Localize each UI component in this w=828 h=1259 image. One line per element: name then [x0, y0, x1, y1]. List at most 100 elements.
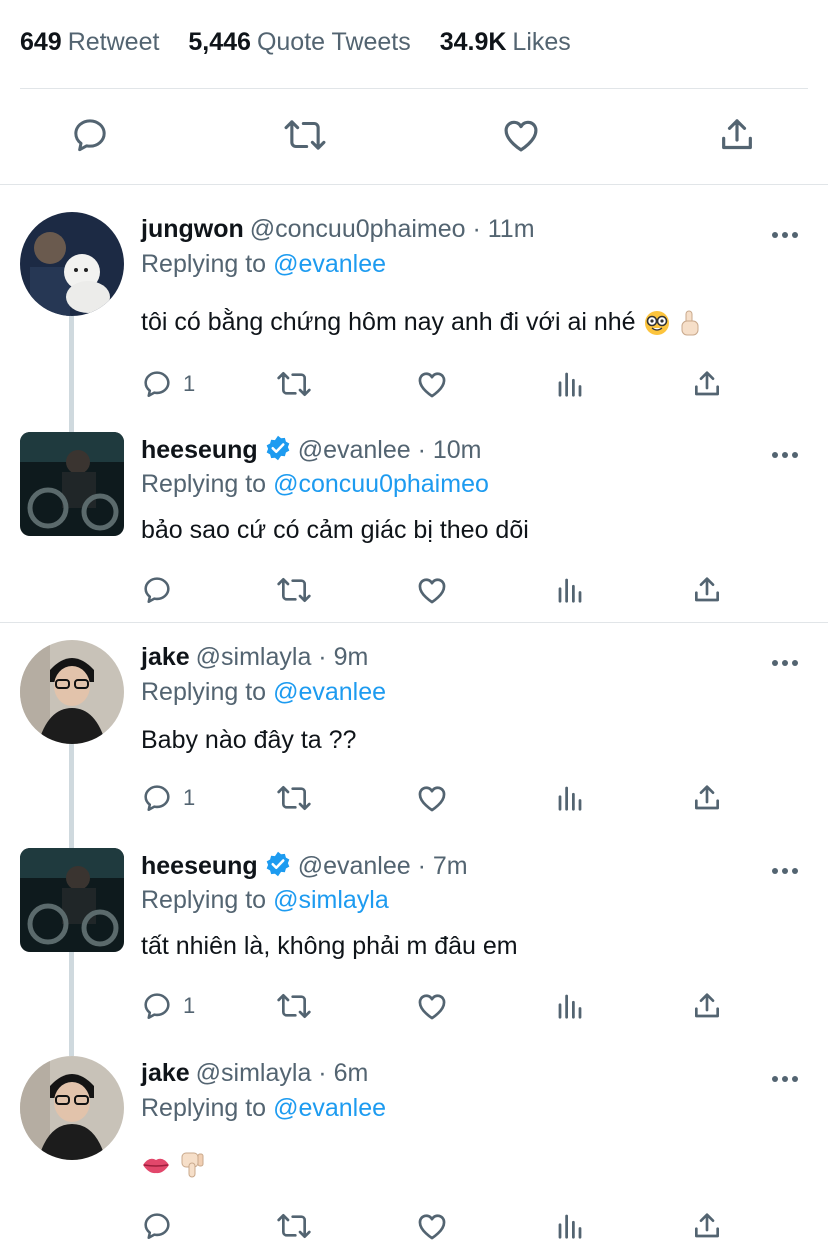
retweet-icon — [277, 786, 311, 810]
retweet-button[interactable] — [275, 778, 313, 818]
retweet-icon — [284, 120, 326, 150]
analytics-icon — [558, 372, 582, 397]
like-button[interactable] — [415, 986, 449, 1026]
mention-link[interactable]: @evanlee — [273, 250, 386, 278]
more-options-button[interactable] — [770, 862, 800, 880]
tweet-header: heeseung @evanlee · 10m — [141, 434, 482, 465]
share-icon — [695, 577, 719, 602]
tweet-header: jungwon @concuu0phaimeo · 11m — [141, 214, 535, 244]
more-options-button[interactable] — [770, 226, 800, 244]
more-options-button[interactable] — [770, 654, 800, 672]
analytics-button[interactable] — [555, 986, 585, 1026]
stats-divider — [20, 88, 808, 89]
replying-to: Replying to @evanlee — [141, 1094, 387, 1122]
replying-to: Replying to @concuu0phaimeo — [141, 470, 489, 498]
retweet-label[interactable]: Retweet — [68, 28, 160, 56]
reply-icon — [144, 577, 170, 603]
author-name[interactable]: heeseung — [141, 436, 258, 464]
retweet-icon — [277, 578, 311, 602]
more-icon — [772, 232, 798, 238]
analytics-button[interactable] — [555, 1206, 585, 1246]
author-name[interactable]: jake — [141, 1059, 190, 1087]
retweet-count: 649 — [20, 28, 62, 56]
like-button[interactable] — [415, 1206, 449, 1246]
thread-line — [69, 744, 74, 848]
share-button[interactable] — [714, 110, 760, 160]
retweet-button[interactable] — [275, 570, 313, 610]
like-icon — [418, 1214, 446, 1240]
like-button[interactable] — [415, 778, 449, 818]
author-name[interactable]: heeseung — [141, 852, 258, 880]
nerd-face-emoji — [644, 311, 669, 336]
quote-label[interactable]: Quote Tweets — [257, 28, 411, 56]
reply-button[interactable]: 1 — [141, 778, 195, 818]
more-icon — [772, 868, 798, 874]
like-button[interactable] — [498, 110, 544, 160]
retweet-button[interactable] — [275, 364, 313, 404]
avatar[interactable] — [20, 848, 124, 952]
share-icon — [695, 1213, 719, 1238]
retweet-button[interactable] — [275, 1206, 313, 1246]
share-button[interactable] — [691, 778, 723, 818]
analytics-button[interactable] — [555, 778, 585, 818]
avatar[interactable] — [20, 432, 124, 536]
mention-link[interactable]: @evanlee — [273, 678, 386, 706]
author-handle[interactable]: @evanlee · 7m — [298, 852, 468, 880]
share-button[interactable] — [691, 570, 723, 610]
tweet-stats: 649 Retweet 5,446 Quote Tweets 34.9K Likes — [20, 28, 593, 57]
like-icon — [418, 994, 446, 1020]
reply-icon — [74, 119, 106, 152]
reply-button[interactable]: 1 — [141, 364, 195, 404]
reply-icon — [144, 785, 170, 811]
replying-to: Replying to @evanlee — [141, 250, 387, 278]
more-icon — [772, 660, 798, 666]
share-button[interactable] — [691, 1206, 723, 1246]
main-action-bar — [0, 110, 828, 164]
analytics-button[interactable] — [555, 364, 585, 404]
likes-count: 34.9K — [439, 28, 507, 56]
author-handle[interactable]: @concuu0phaimeo · 11m — [250, 215, 535, 243]
analytics-button[interactable] — [555, 570, 585, 610]
author-handle[interactable]: @simlayla · 9m — [196, 643, 369, 671]
likes-label[interactable]: Likes — [512, 28, 570, 56]
reply-button[interactable]: 1 — [141, 986, 195, 1026]
author-name[interactable]: jungwon — [141, 215, 244, 243]
retweet-button[interactable] — [282, 110, 328, 160]
more-options-button[interactable] — [770, 446, 800, 464]
retweet-button[interactable] — [275, 986, 313, 1026]
share-icon — [695, 785, 719, 810]
reply-icon — [144, 993, 170, 1019]
index-pointing-up-emoji — [681, 310, 699, 336]
analytics-icon — [558, 1214, 582, 1239]
mention-link[interactable]: @simlayla — [273, 886, 389, 914]
tweet-header: jake @simlayla · 6m — [141, 1058, 368, 1088]
tweet-actions: 1 — [141, 364, 741, 404]
reply-button[interactable] — [141, 570, 183, 610]
mention-link[interactable]: @concuu0phaimeo — [273, 470, 489, 498]
tweet-actions — [141, 1206, 741, 1246]
lips-emoji — [143, 1159, 169, 1174]
mention-link[interactable]: @evanlee — [273, 1094, 386, 1122]
author-handle[interactable]: @simlayla · 6m — [196, 1059, 369, 1087]
share-button[interactable] — [691, 364, 723, 404]
avatar[interactable] — [20, 1056, 124, 1160]
tweet-text: bảo sao cứ có cảm giác bị theo dõi — [141, 516, 529, 544]
author-name[interactable]: jake — [141, 643, 190, 671]
retweet-icon — [277, 994, 311, 1018]
verified-badge-icon — [266, 851, 290, 877]
avatar[interactable] — [20, 640, 124, 744]
like-button[interactable] — [415, 364, 449, 404]
more-options-button[interactable] — [770, 1070, 800, 1088]
analytics-icon — [558, 578, 582, 603]
reply-button[interactable] — [67, 110, 113, 160]
reply-count: 1 — [183, 993, 196, 1018]
avatar[interactable] — [20, 212, 124, 316]
thread-line — [69, 952, 74, 1056]
author-handle[interactable]: @evanlee · 10m — [298, 436, 482, 464]
actions-divider — [0, 184, 828, 185]
tweet-text: Baby nào đây ta ?? — [141, 726, 357, 754]
tweet-actions: 1 — [141, 986, 741, 1026]
reply-button[interactable] — [141, 1206, 183, 1246]
share-button[interactable] — [691, 986, 723, 1026]
like-button[interactable] — [415, 570, 449, 610]
